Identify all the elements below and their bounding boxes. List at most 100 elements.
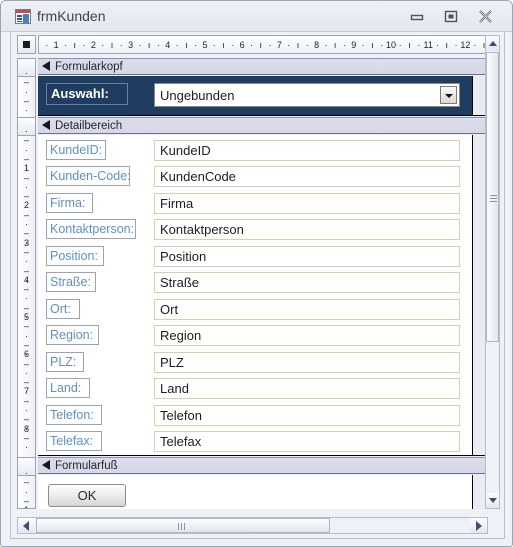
ruler-half-tick: ı: [73, 40, 77, 50]
textbox-telefax[interactable]: Telefax: [154, 430, 460, 452]
vruler-minor-tick: –: [23, 228, 29, 239]
vertical-scrollbar[interactable]: [485, 35, 500, 509]
section-collapse-icon: [42, 120, 50, 130]
scroll-up-arrow[interactable]: [486, 36, 499, 51]
textbox-straße[interactable]: Straße: [154, 272, 460, 294]
vruler-tick-7: 7: [23, 386, 29, 397]
section-collapse-icon: [42, 460, 50, 470]
minimize-button[interactable]: [404, 6, 430, 26]
vruler-minor-tick: –: [23, 339, 29, 350]
form-design-surface[interactable]: Formularkopf Auswahl: Ungebunden Detailb…: [38, 58, 488, 509]
ruler-half-tick: ı: [445, 40, 449, 50]
vruler-minor-tick: ·: [25, 367, 28, 378]
label-ort[interactable]: Ort:: [46, 298, 80, 319]
close-button[interactable]: [472, 6, 498, 26]
textbox-kundencode[interactable]: KundenCode: [154, 166, 460, 188]
label-telefon[interactable]: Telefon:: [46, 404, 102, 425]
restore-button[interactable]: [438, 6, 464, 26]
ruler-half-tick: ı: [333, 40, 337, 50]
window-title: frmKunden: [37, 8, 106, 24]
horizontal-scrollbar-thumb[interactable]: [36, 518, 330, 533]
combobox-auswahl-value: Ungebunden: [160, 88, 235, 103]
vruler-minor-tick: ·: [25, 468, 28, 478]
vruler-minor-tick: –: [23, 495, 29, 506]
ruler-quarter-dot: ·: [212, 40, 216, 50]
form-footer-section[interactable]: OK: [38, 475, 488, 509]
ruler-half-tick: ı: [222, 40, 225, 50]
vruler-minor-tick: –: [23, 477, 29, 488]
ruler-half-tick: ı: [185, 40, 188, 50]
label-kundeid[interactable]: KundeID:: [46, 140, 106, 160]
ruler-quarter-dot: ·: [101, 40, 105, 50]
vruler-minor-tick: ·: [25, 105, 28, 116]
textbox-telefon[interactable]: Telefon: [154, 404, 460, 426]
horizontal-scrollbar[interactable]: [17, 517, 488, 534]
vruler-minor-tick: ·: [25, 293, 28, 304]
vruler-minor-tick: –: [23, 95, 29, 106]
textbox-land[interactable]: Land: [154, 378, 460, 400]
scrollbar-grip-icon: [490, 195, 497, 202]
label-straße[interactable]: Straße:: [46, 272, 96, 293]
section-collapse-icon: [42, 61, 50, 71]
label-position[interactable]: Position:: [46, 245, 104, 266]
vruler-minor-tick: –: [23, 172, 29, 183]
textbox-region[interactable]: Region: [154, 325, 460, 347]
vruler-minor-tick: ·: [25, 442, 28, 453]
section-bar-detail[interactable]: Detailbereich: [38, 117, 488, 134]
ok-button[interactable]: OK: [48, 484, 126, 507]
designer-client-area: 1 ı · · 2 ı · · 3 ı · · 4 ı · · 5 ı · · 6 ı · · 7 ı · · 8 ı · · 9 ı · · 10 ı ·…: [10, 32, 505, 539]
section-bar-footer-label: Formularfuß: [55, 460, 118, 472]
vertical-scrollbar-thumb[interactable]: [486, 52, 499, 342]
label-region[interactable]: Region:: [46, 325, 99, 346]
label-firma[interactable]: Firma:: [46, 192, 93, 213]
vruler-minor-tick: –: [23, 302, 29, 313]
chevron-down-icon[interactable]: [440, 86, 457, 104]
section-bar-header[interactable]: Formularkopf: [38, 58, 488, 75]
ruler-quarter-dot: ·: [361, 40, 365, 50]
label-telefax[interactable]: Telefax:: [46, 430, 102, 451]
vruler-tick-2: 2: [23, 200, 29, 211]
ruler-quarter-dot: ·: [324, 40, 328, 50]
vruler-minor-tick: –: [23, 265, 29, 276]
vruler-minor-tick: ·: [25, 405, 28, 415]
ruler-lead-mark: ı: [39, 36, 42, 53]
ruler-quarter-dot: ·: [287, 40, 291, 50]
ruler-quarter-dot: ·: [138, 40, 142, 50]
vruler-minor-tick: –: [23, 135, 29, 146]
ruler-half-tick: ı: [371, 40, 374, 50]
form-selector-box[interactable]: [17, 35, 36, 54]
form-selector-marker: [23, 41, 30, 48]
ruler-half-tick: ı: [259, 40, 263, 50]
ruler-quarter-dot: ·: [250, 40, 253, 50]
scroll-down-arrow[interactable]: [486, 493, 499, 508]
form-header-section[interactable]: Auswahl: Ungebunden: [38, 76, 488, 116]
vruler-minor-tick: –: [23, 377, 29, 388]
textbox-firma[interactable]: Firma: [154, 192, 460, 214]
label-auswahl[interactable]: Auswahl:: [46, 83, 128, 105]
label-plz[interactable]: PLZ:: [46, 351, 84, 372]
textbox-ort[interactable]: Ort: [154, 298, 460, 320]
textbox-kundeid[interactable]: KundeID: [154, 140, 460, 161]
scroll-right-arrow[interactable]: [470, 518, 487, 533]
scroll-left-arrow[interactable]: [18, 518, 35, 533]
ruler-quarter-dot: ·: [398, 40, 402, 50]
detail-section[interactable]: KundeID: KundeID Kunden-Code: KundenCode Fir…: [38, 135, 488, 456]
vruler-minor-tick: ·: [25, 144, 28, 155]
textbox-position[interactable]: Position: [154, 245, 460, 267]
textbox-kontaktperson[interactable]: Kontaktperson: [154, 219, 460, 241]
vruler-tick-8: 8: [23, 423, 29, 434]
ruler-half-tick: ı: [296, 40, 300, 50]
textbox-plz[interactable]: PLZ: [154, 351, 460, 373]
vruler-minor-tick: –: [23, 414, 29, 425]
vruler-minor-tick: ·: [25, 181, 28, 192]
section-bar-footer[interactable]: Formularfuß: [38, 457, 488, 474]
vruler-minor-tick: –: [23, 77, 29, 88]
label-kontaktperson[interactable]: Kontaktperson:: [46, 219, 136, 240]
vruler-minor-tick: ·: [25, 126, 28, 136]
label-kundencode[interactable]: Kunden-Code:: [46, 166, 131, 187]
vruler-minor-tick: ·: [25, 219, 28, 229]
vruler-minor-tick: –: [23, 358, 29, 369]
ruler-quarter-dot: ·: [175, 40, 179, 50]
label-land[interactable]: Land:: [46, 378, 90, 399]
combobox-auswahl[interactable]: Ungebunden: [154, 83, 460, 107]
